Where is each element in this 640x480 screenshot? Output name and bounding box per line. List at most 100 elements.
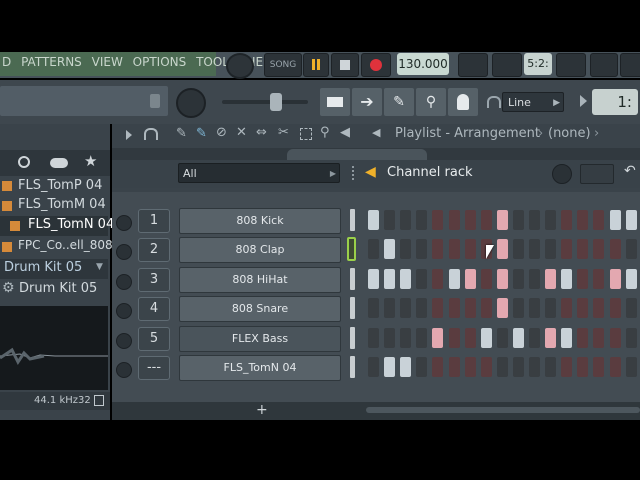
- song-mode-button[interactable]: SONG: [264, 53, 302, 77]
- play-small-icon[interactable]: [126, 130, 132, 140]
- step-button[interactable]: [384, 328, 396, 348]
- step-button[interactable]: [416, 328, 428, 348]
- step-button[interactable]: [625, 239, 637, 259]
- channel-number[interactable]: 2: [138, 238, 170, 262]
- step-button[interactable]: [529, 298, 540, 318]
- menu-item-view[interactable]: VIEW: [92, 55, 123, 69]
- step-button[interactable]: [464, 210, 476, 230]
- menu-dots-icon[interactable]: [352, 166, 356, 180]
- step-button[interactable]: [561, 357, 573, 377]
- step-button[interactable]: [593, 239, 605, 259]
- step-button[interactable]: [400, 298, 412, 318]
- add-channel-button[interactable]: +: [256, 402, 268, 418]
- step-button[interactable]: [464, 357, 476, 377]
- pencil-tool-icon[interactable]: ✎: [176, 126, 187, 141]
- step-button[interactable]: [496, 239, 508, 259]
- step-button[interactable]: [593, 210, 605, 230]
- step-button[interactable]: [432, 210, 444, 230]
- step-button[interactable]: [496, 269, 508, 289]
- channel-select-light[interactable]: [350, 297, 355, 319]
- step-button[interactable]: [384, 239, 396, 259]
- step-button[interactable]: [384, 357, 396, 377]
- step-button[interactable]: [545, 357, 557, 377]
- step-button[interactable]: [512, 210, 524, 230]
- channel-mute-button[interactable]: [116, 303, 132, 319]
- channel-number[interactable]: 3: [138, 268, 170, 292]
- step-button[interactable]: [464, 269, 476, 289]
- step-button[interactable]: [480, 298, 492, 318]
- step-button[interactable]: [384, 210, 396, 230]
- browser-folder[interactable]: Drum Kit 05 ▼: [0, 259, 108, 279]
- step-button[interactable]: [416, 357, 428, 377]
- channel-select-light[interactable]: [350, 209, 355, 231]
- arrow-button[interactable]: ➔: [352, 88, 382, 116]
- step-button[interactable]: [368, 210, 379, 230]
- hat-button[interactable]: [448, 88, 478, 116]
- step-button[interactable]: [577, 239, 589, 259]
- master-knob[interactable]: [226, 53, 254, 79]
- step-button[interactable]: [432, 357, 444, 377]
- channel-mute-button[interactable]: [116, 362, 132, 378]
- delete-tool-icon[interactable]: ⊘: [216, 125, 227, 140]
- step-button[interactable]: [625, 269, 637, 289]
- step-button[interactable]: [577, 298, 589, 318]
- step-button[interactable]: [512, 357, 524, 377]
- step-button[interactable]: [593, 298, 605, 318]
- step-button[interactable]: [529, 269, 540, 289]
- slice-tool-icon[interactable]: ✂: [278, 125, 289, 140]
- step-button[interactable]: [432, 269, 444, 289]
- channel-mute-button[interactable]: [116, 215, 132, 231]
- channel-select-light-active[interactable]: [347, 237, 356, 261]
- step-button[interactable]: [480, 269, 492, 289]
- extra-button[interactable]: [620, 53, 640, 77]
- step-button[interactable]: [496, 298, 508, 318]
- cloud-icon[interactable]: [50, 158, 68, 168]
- step-button[interactable]: [400, 357, 412, 377]
- zoom-tool-icon[interactable]: ⚲: [320, 125, 330, 140]
- step-button[interactable]: [545, 328, 557, 348]
- step-button[interactable]: [625, 210, 637, 230]
- swing-knob[interactable]: [552, 164, 572, 184]
- step-button[interactable]: [416, 239, 428, 259]
- channel-mute-button[interactable]: [116, 244, 132, 260]
- step-button[interactable]: [512, 239, 524, 259]
- play-arrow-icon[interactable]: [580, 95, 587, 107]
- step-button[interactable]: [609, 210, 621, 230]
- step-button[interactable]: [448, 357, 460, 377]
- step-button[interactable]: [400, 328, 412, 348]
- step-button[interactable]: [561, 298, 573, 318]
- channel-number[interactable]: ---: [138, 356, 170, 380]
- piano-roll-button[interactable]: [320, 88, 350, 116]
- step-button[interactable]: [609, 328, 621, 348]
- step-button[interactable]: [625, 328, 637, 348]
- step-button[interactable]: [609, 269, 621, 289]
- piano-button[interactable]: [556, 53, 586, 77]
- step-button[interactable]: [464, 239, 476, 259]
- step-button[interactable]: [545, 239, 557, 259]
- undo-icon[interactable]: ↶: [624, 163, 636, 179]
- step-button[interactable]: [577, 269, 589, 289]
- pattern-counter[interactable]: 5:2:: [524, 53, 552, 75]
- step-button[interactable]: [593, 328, 605, 348]
- channel-number[interactable]: 5: [138, 327, 170, 351]
- pause-button[interactable]: [303, 53, 329, 77]
- channel-filter[interactable]: All ▶: [178, 163, 340, 183]
- step-button[interactable]: [416, 210, 428, 230]
- step-button[interactable]: [400, 239, 412, 259]
- channel-select-light[interactable]: [350, 356, 355, 378]
- step-button[interactable]: [561, 210, 573, 230]
- step-button[interactable]: [512, 328, 524, 348]
- pitch-slider-track[interactable]: [222, 100, 308, 104]
- select-tool-icon[interactable]: [300, 128, 312, 140]
- step-button[interactable]: [545, 210, 557, 230]
- step-button[interactable]: [400, 210, 412, 230]
- record-button[interactable]: [361, 53, 391, 77]
- menu-item-patterns[interactable]: PATTERNS: [21, 55, 82, 69]
- step-button[interactable]: [625, 357, 637, 377]
- draw-button[interactable]: ✎: [384, 88, 414, 116]
- step-button[interactable]: [368, 298, 379, 318]
- menu-item-options[interactable]: OPTIONS: [133, 55, 187, 69]
- step-button[interactable]: [480, 210, 492, 230]
- step-button[interactable]: [593, 357, 605, 377]
- channel-button-clap[interactable]: 808 Clap: [179, 237, 341, 263]
